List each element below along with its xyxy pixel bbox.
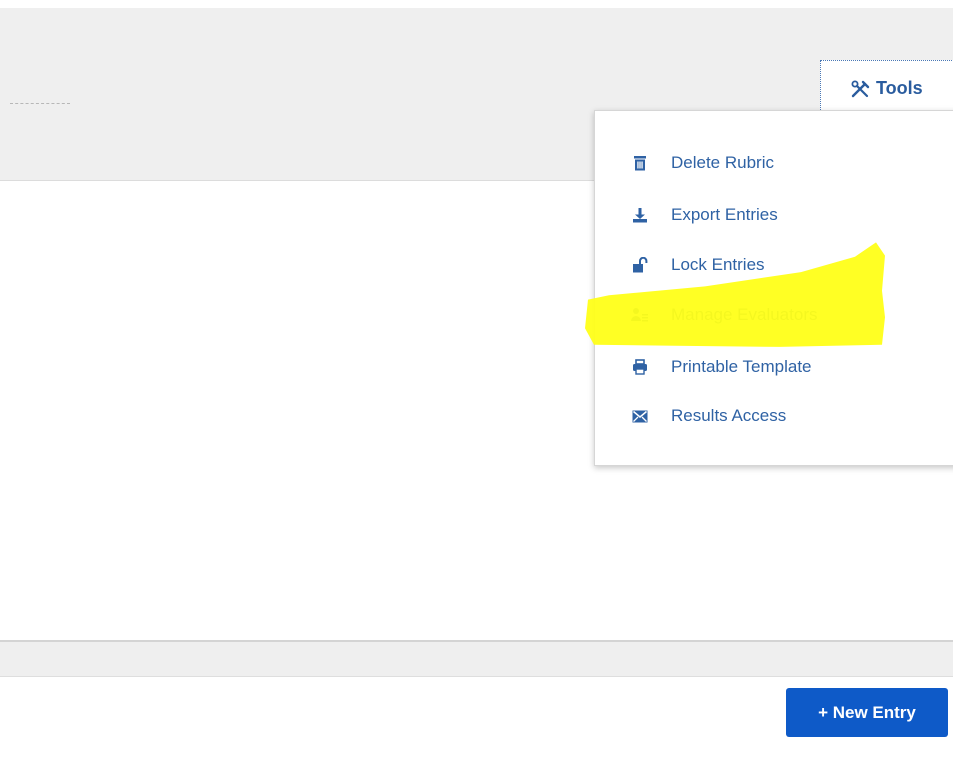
menu-item-printable-template[interactable]: Printable Template xyxy=(631,354,812,380)
menu-item-delete-rubric[interactable]: Delete Rubric xyxy=(631,150,774,176)
menu-item-label: Export Entries xyxy=(671,205,778,224)
menu-item-label: Manage Evaluators xyxy=(671,305,818,324)
user-list-icon xyxy=(631,306,649,324)
tools-icon xyxy=(850,80,870,98)
printer-icon xyxy=(631,358,649,376)
menu-item-manage-evaluators[interactable]: Manage Evaluators xyxy=(631,302,817,328)
tools-tab-label: Tools xyxy=(876,78,923,98)
trash-icon xyxy=(631,154,649,172)
menu-item-label: Printable Template xyxy=(671,357,812,376)
dashed-divider xyxy=(10,103,70,104)
menu-item-label: Lock Entries xyxy=(671,255,765,274)
envelope-icon xyxy=(631,407,649,425)
new-entry-button[interactable]: + New Entry xyxy=(786,688,948,737)
download-icon xyxy=(631,206,649,224)
menu-item-label: Delete Rubric xyxy=(671,153,774,172)
menu-item-results-access[interactable]: Results Access xyxy=(631,403,786,429)
tools-tab-content: Tools xyxy=(850,78,923,99)
unlock-icon xyxy=(631,256,649,274)
tools-tab[interactable]: Tools xyxy=(820,60,953,116)
tools-dropdown-menu: Delete Rubric Export Entries Lock Entrie… xyxy=(594,110,953,466)
menu-item-export-entries[interactable]: Export Entries xyxy=(631,202,778,228)
menu-item-label: Results Access xyxy=(671,406,787,425)
footer-band xyxy=(0,640,953,677)
menu-item-lock-entries[interactable]: Lock Entries xyxy=(631,252,765,278)
